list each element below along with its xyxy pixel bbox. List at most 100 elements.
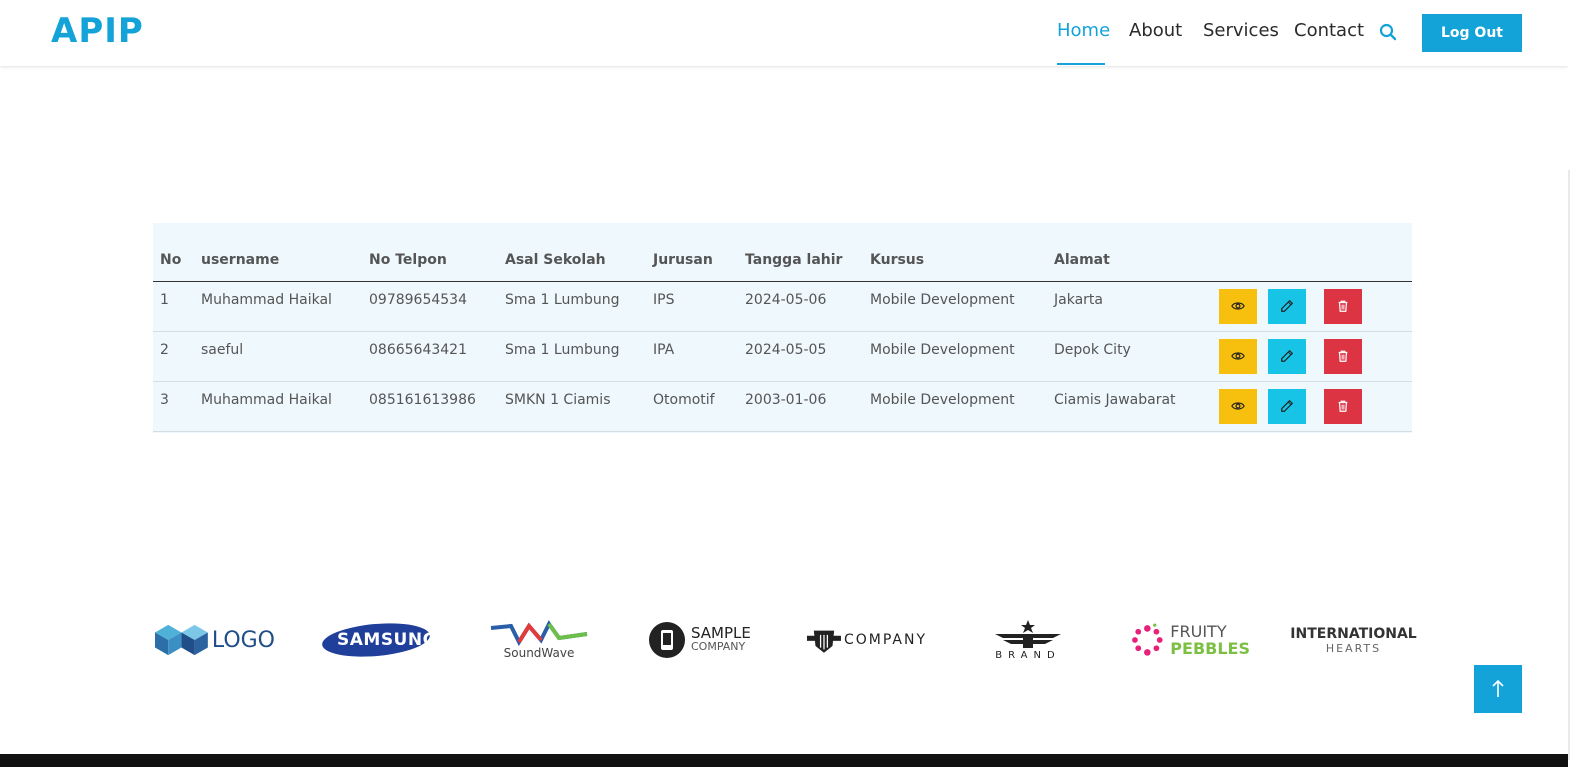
cell-username: Muhammad Haikal xyxy=(194,381,362,432)
cell-alamat: Ciamis Jawabarat xyxy=(1047,381,1212,432)
brand-company: COMPANY xyxy=(807,615,927,665)
cell-no-telpon: 09789654534 xyxy=(362,281,498,332)
delete-button[interactable] xyxy=(1324,338,1362,374)
brand-sample-company: SAMPLE COMPANY xyxy=(648,615,763,665)
brand-sample-textblock: SAMPLE COMPANY xyxy=(691,624,751,654)
trash-icon xyxy=(1338,400,1348,412)
cube-logo-icon xyxy=(155,624,208,656)
table-header-row: No username No Telpon Asal Sekolah Jurus… xyxy=(153,223,1412,282)
phone-circle-icon xyxy=(649,622,685,658)
student-table: No username No Telpon Asal Sekolah Jurus… xyxy=(153,223,1412,432)
site-header: APIP Home About Services Contact Log Out xyxy=(0,0,1568,66)
brand-brand: BRAND xyxy=(988,615,1068,665)
brand-brand-text: BRAND xyxy=(995,649,1061,661)
cell-no-telpon: 08665643421 xyxy=(362,331,498,382)
cell-jurusan: IPS xyxy=(646,281,738,332)
cell-username: Muhammad Haikal xyxy=(194,281,362,332)
header-kursus: Kursus xyxy=(863,223,1047,282)
brand-fruity-top: FRUITY xyxy=(1170,622,1227,641)
cell-alamat: Depok City xyxy=(1047,331,1212,382)
cell-tanggal-lahir: 2024-05-06 xyxy=(738,281,863,332)
header-tanggal-lahir: Tangga lahir xyxy=(738,223,863,282)
cell-asal-sekolah: Sma 1 Lumbung xyxy=(498,331,646,382)
header-no: No xyxy=(153,223,194,282)
view-button[interactable] xyxy=(1219,288,1257,324)
arrow-up-icon xyxy=(1492,679,1504,697)
eye-icon xyxy=(1231,352,1245,360)
nav-about[interactable]: About xyxy=(1129,20,1182,41)
cell-alamat: Jakarta xyxy=(1047,281,1212,332)
company-shield-icon xyxy=(807,630,841,653)
pencil-icon xyxy=(1281,349,1294,362)
brand-sample-top: SAMPLE xyxy=(691,624,751,642)
delete-button[interactable] xyxy=(1324,388,1362,424)
trash-icon xyxy=(1338,300,1348,312)
logout-button[interactable]: Log Out xyxy=(1422,14,1522,52)
brand-logos: LOGO SAMSUNG SoundWave SAMPLE COMPANY CO… xyxy=(153,615,1417,665)
bottom-edge-bar xyxy=(0,754,1568,767)
header-no-telpon: No Telpon xyxy=(362,223,498,282)
nav-contact[interactable]: Contact xyxy=(1294,20,1364,41)
brand-logo-generic: LOGO xyxy=(155,615,275,665)
nav-active-underline xyxy=(1057,63,1105,65)
brand-intl-bottom: HEARTS xyxy=(1325,641,1382,655)
scroll-to-top-button[interactable] xyxy=(1474,665,1522,713)
cell-no: 2 xyxy=(153,331,194,382)
brand-fruity-bottom: PEBBLES xyxy=(1170,639,1250,658)
brand-soundwave: SoundWave xyxy=(489,615,589,665)
search-icon[interactable] xyxy=(1379,23,1397,41)
nav-home[interactable]: Home xyxy=(1057,20,1110,41)
trash-icon xyxy=(1338,350,1348,362)
brand-intl-top: INTERNATIONAL xyxy=(1290,625,1417,642)
header-actions xyxy=(1212,223,1412,282)
cell-actions xyxy=(1212,281,1412,332)
brand-company-text: COMPANY xyxy=(843,632,927,648)
cell-jurusan: IPA xyxy=(646,331,738,382)
cell-tanggal-lahir: 2003-01-06 xyxy=(738,381,863,432)
cell-no-telpon: 085161613986 xyxy=(362,381,498,432)
cell-kursus: Mobile Development xyxy=(863,381,1047,432)
header-alamat: Alamat xyxy=(1047,223,1212,282)
brand-logo-text: LOGO xyxy=(211,627,275,653)
brand-fruity-pebbles: FRUITY PEBBLES xyxy=(1130,615,1250,665)
cell-asal-sekolah: SMKN 1 Ciamis xyxy=(498,381,646,432)
brand-samsung-text: SAMSUNG xyxy=(337,630,438,650)
brand-soundwave-text: SoundWave xyxy=(503,646,575,660)
page-scrollbar[interactable] xyxy=(1568,0,1590,767)
scrollbar-thumb[interactable] xyxy=(1568,170,1570,760)
cell-jurusan: Otomotif xyxy=(646,381,738,432)
pencil-icon xyxy=(1281,399,1294,412)
cell-kursus: Mobile Development xyxy=(863,281,1047,332)
pencil-icon xyxy=(1281,299,1294,312)
cell-actions xyxy=(1212,331,1412,382)
cell-actions xyxy=(1212,381,1412,432)
eye-icon xyxy=(1231,302,1245,310)
winged-star-icon xyxy=(995,619,1061,648)
brand-sample-bottom: COMPANY xyxy=(691,640,746,653)
cell-tanggal-lahir: 2024-05-05 xyxy=(738,331,863,382)
brand-samsung: SAMSUNG xyxy=(321,615,437,665)
eye-icon xyxy=(1231,402,1245,410)
delete-button[interactable] xyxy=(1324,288,1362,324)
cell-kursus: Mobile Development xyxy=(863,331,1047,382)
site-logo[interactable]: APIP xyxy=(51,11,144,51)
edit-button[interactable] xyxy=(1268,338,1306,374)
brand-fruity-textblock: FRUITY PEBBLES xyxy=(1170,623,1250,657)
student-table-container: No username No Telpon Asal Sekolah Jurus… xyxy=(153,223,1412,433)
header-asal-sekolah: Asal Sekolah xyxy=(498,223,646,282)
pebbles-ring-icon xyxy=(1132,623,1163,656)
edit-button[interactable] xyxy=(1268,388,1306,424)
edit-button[interactable] xyxy=(1268,288,1306,324)
table-row: 3 Muhammad Haikal 085161613986 SMKN 1 Ci… xyxy=(153,381,1412,432)
nav-services[interactable]: Services xyxy=(1203,20,1279,41)
brand-international-hearts: INTERNATIONAL HEARTS xyxy=(1290,615,1416,665)
view-button[interactable] xyxy=(1219,338,1257,374)
table-row: 2 saeful 08665643421 Sma 1 Lumbung IPA 2… xyxy=(153,331,1412,382)
header-jurusan: Jurusan xyxy=(646,223,738,282)
cell-no: 1 xyxy=(153,281,194,332)
view-button[interactable] xyxy=(1219,388,1257,424)
cell-no: 3 xyxy=(153,381,194,432)
table-row: 1 Muhammad Haikal 09789654534 Sma 1 Lumb… xyxy=(153,281,1412,332)
cell-username: saeful xyxy=(194,331,362,382)
cell-asal-sekolah: Sma 1 Lumbung xyxy=(498,281,646,332)
